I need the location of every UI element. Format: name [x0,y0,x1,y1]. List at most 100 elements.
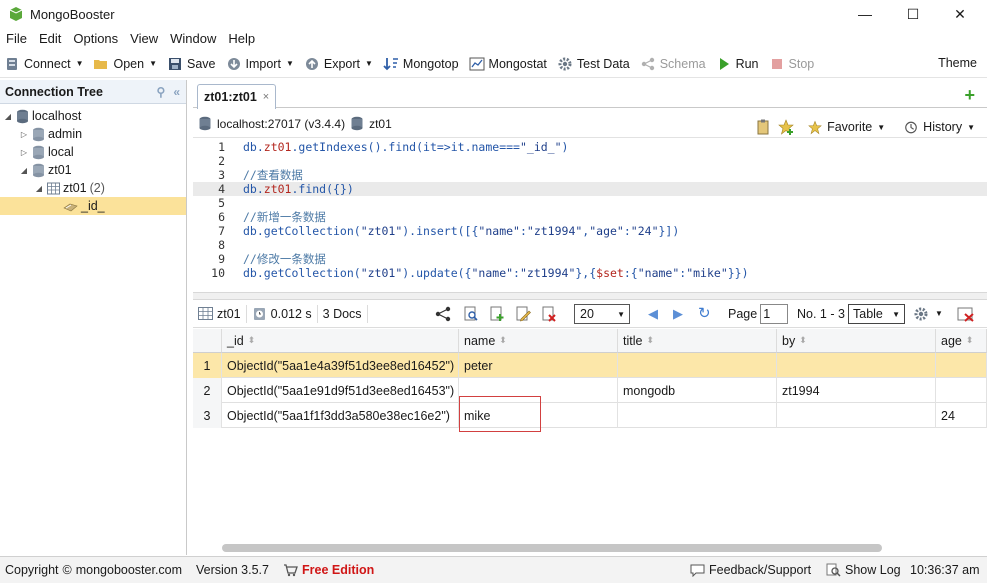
table-row[interactable]: 3 ObjectId("5aa1f1f3dd3a580e38ec16e2") m… [193,403,987,428]
page-control: Page 1 [728,304,789,324]
menu-file[interactable]: File [0,28,33,50]
delete-document-icon[interactable] [541,306,557,322]
table-row[interactable]: 1 ObjectId("5aa1e4a39f51d3ee8ed16452") p… [193,353,987,378]
line-number: 5 [218,196,225,210]
close-results-icon[interactable] [957,306,975,322]
menu-help[interactable]: Help [222,28,261,50]
history-button[interactable]: History ▼ [895,115,979,139]
grid-corner-header [193,329,222,353]
favorite-button[interactable]: Favorite ▼ [799,115,889,139]
cell-name[interactable]: peter [459,353,618,378]
stop-button[interactable]: Stop [765,52,819,76]
share-tree-icon[interactable] [435,306,451,322]
show-log-button[interactable]: Show Log [826,563,901,577]
tree-label: _id_ [81,199,105,213]
chevron-down-icon[interactable]: ▼ [935,309,943,318]
collection-table-icon [198,307,213,320]
cell-title[interactable] [618,353,777,378]
import-button[interactable]: Import ▼ [222,52,298,76]
cell-name[interactable] [459,378,618,403]
code-line: 2 [193,154,987,168]
theme-button[interactable]: Theme [938,56,977,70]
add-favorite-icon[interactable] [777,118,795,136]
website-link[interactable]: mongobooster.com [76,563,182,577]
column-header-title[interactable]: title ⬍ [618,329,777,353]
cell-age[interactable] [936,378,987,403]
add-tab-icon[interactable]: + [964,85,975,106]
line-number: 6 [218,210,225,224]
connect-button[interactable]: Connect ▼ [0,52,87,76]
edit-document-icon[interactable] [515,306,531,322]
find-document-icon[interactable] [463,306,479,322]
close-button[interactable]: ✕ [937,0,983,28]
query-editor[interactable]: 1 db.zt01.getIndexes().find(it=>it.name=… [193,139,987,292]
code-token: : [519,224,527,238]
table-row[interactable]: 2 ObjectId("5aa1e91d9f51d3ee8ed16453") m… [193,378,987,403]
run-button[interactable]: Run [712,52,763,76]
column-header-id[interactable]: _id ⬍ [222,329,459,353]
cell-title[interactable] [618,403,777,428]
cell-by[interactable] [777,403,936,428]
collapse-left-icon[interactable]: « [173,85,180,99]
schema-share-icon [641,57,654,70]
expand-toggle-icon[interactable]: ◢ [19,166,29,175]
edition-info[interactable]: Free Edition [283,563,374,577]
page-number-input[interactable]: 1 [760,304,789,324]
expand-toggle-icon[interactable]: ◢ [34,184,44,193]
menu-edit[interactable]: Edit [33,28,67,50]
mongostat-chart-icon [469,57,485,70]
collapsed-toggle-icon[interactable]: ▷ [19,148,29,157]
tree-node-admin[interactable]: ▷ admin [19,125,82,143]
next-page-icon[interactable]: ▶ [673,306,683,322]
tree-node-zt01-collection[interactable]: ◢ zt01 (2) [34,179,105,197]
search-icon[interactable]: ⚲ [157,85,166,99]
export-button[interactable]: Export ▼ [300,52,377,76]
cell-title[interactable]: mongodb [618,378,777,403]
cell-id[interactable]: ObjectId("5aa1e91d9f51d3ee8ed16453") [222,378,459,403]
menu-view[interactable]: View [124,28,164,50]
cell-by[interactable] [777,353,936,378]
menu-options[interactable]: Options [67,28,124,50]
cell-id[interactable]: ObjectId("5aa1f1f3dd3a580e38ec16e2") [222,403,459,428]
test-data-button[interactable]: Test Data [553,52,634,76]
gear-icon[interactable] [913,306,929,322]
tree-node-local[interactable]: ▷ local [19,143,74,161]
mongostat-button[interactable]: Mongostat [465,52,551,76]
feedback-button[interactable]: Feedback/Support [690,563,811,577]
collapsed-toggle-icon[interactable]: ▷ [19,130,29,139]
cell-name[interactable]: mike [459,403,618,428]
page-size-select[interactable]: 20 ▼ [574,304,630,324]
column-header-name[interactable]: name ⬍ [459,329,618,353]
cell-age[interactable] [936,353,987,378]
tree-node-index-id[interactable]: _id_ [0,197,186,215]
cell-by[interactable]: zt1994 [777,378,936,403]
close-tab-icon[interactable]: × [263,91,269,103]
prev-page-icon[interactable]: ◀ [648,306,658,322]
minimize-button[interactable]: — [842,0,888,28]
save-button[interactable]: Save [163,52,220,76]
cell-id[interactable]: ObjectId("5aa1e4a39f51d3ee8ed16452") [222,353,459,378]
cell-age[interactable]: 24 [936,403,987,428]
menu-window[interactable]: Window [164,28,222,50]
expand-toggle-icon[interactable]: ◢ [3,112,13,121]
tree-node-zt01-db[interactable]: ◢ zt01 [19,161,72,179]
mongotop-button[interactable]: Mongotop [379,52,463,76]
refresh-icon[interactable]: ↻ [698,304,711,322]
clipboard-icon[interactable] [755,118,773,136]
maximize-button[interactable]: ☐ [890,0,936,28]
tab-zt01[interactable]: zt01:zt01 × [197,84,277,109]
column-header-by[interactable]: by ⬍ [777,329,936,353]
open-button[interactable]: Open ▼ [89,52,161,76]
horizontal-scrollbar[interactable] [222,544,882,552]
tree-node-localhost[interactable]: ◢ localhost [3,107,81,125]
view-mode-select[interactable]: Table ▼ [848,304,905,324]
schema-button[interactable]: Schema [636,52,710,76]
gear-icon [558,57,572,70]
index-key-icon [63,203,78,211]
editor-results-splitter[interactable] [193,292,987,300]
code-token: ).insert([{ [402,224,479,238]
code-token: :{ [623,266,638,280]
column-header-label: _id [227,333,244,348]
add-document-icon[interactable] [489,306,505,322]
column-header-age[interactable]: age ⬍ [936,329,987,353]
